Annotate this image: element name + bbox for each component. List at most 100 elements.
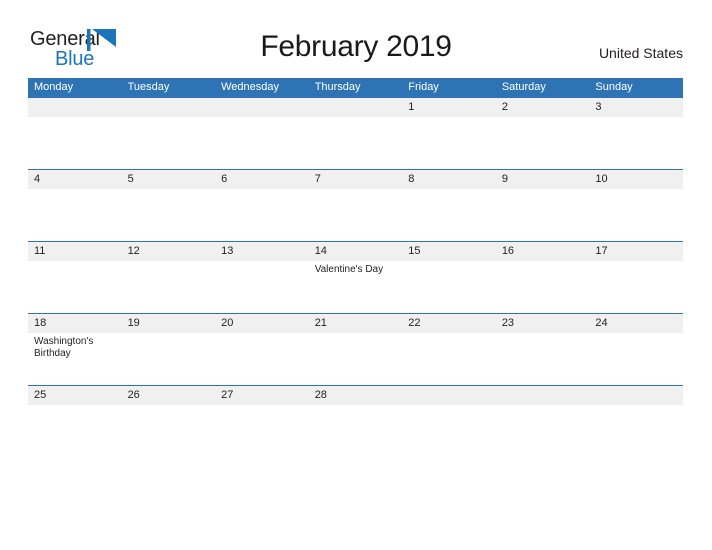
day-event	[589, 405, 683, 408]
day-event	[28, 261, 122, 264]
day-number: 10	[589, 170, 683, 189]
calendar-day-cell[interactable]	[121, 98, 216, 170]
day-number	[495, 386, 590, 405]
calendar-day-cell[interactable]: 27	[215, 385, 309, 457]
calendar-day-cell[interactable]: 25	[28, 385, 122, 457]
day-event	[589, 117, 683, 120]
day-number: 3	[589, 98, 683, 117]
calendar-day-cell[interactable]: 16	[495, 241, 590, 314]
day-number: 23	[495, 314, 590, 333]
weekday-header-saturday: Saturday	[495, 78, 590, 98]
calendar-day-cell[interactable]: 28	[308, 385, 403, 457]
day-number: 7	[308, 170, 403, 189]
calendar-day-cell[interactable]: 18 Washington's Birthday	[28, 313, 122, 386]
calendar-day-cell[interactable]: 6	[215, 169, 309, 242]
calendar-week-row: 11 12 13 14 Valentine's Day 15 16 17	[28, 241, 683, 314]
day-number: 28	[308, 386, 403, 405]
calendar-day-cell[interactable]: 5	[121, 169, 216, 242]
day-number	[402, 386, 496, 405]
day-event	[122, 261, 216, 264]
day-number	[215, 98, 309, 117]
calendar-day-cell[interactable]: 15	[402, 241, 496, 314]
day-number: 8	[402, 170, 496, 189]
calendar-day-cell[interactable]: 7	[308, 169, 403, 242]
calendar-day-cell[interactable]: 23	[495, 313, 590, 386]
calendar-day-cell[interactable]: 2	[495, 98, 590, 170]
calendar-day-cell[interactable]	[402, 385, 496, 457]
day-event	[402, 189, 496, 192]
region-label: United States	[598, 45, 683, 61]
calendar-week-row: 25 26 27 28	[28, 385, 683, 457]
calendar-day-cell[interactable]: 3	[589, 98, 683, 170]
calendar-day-cell[interactable]: 26	[121, 385, 216, 457]
calendar-day-cell[interactable]: 9	[495, 169, 590, 242]
calendar-day-cell[interactable]: 19	[121, 313, 216, 386]
day-number: 15	[402, 242, 496, 261]
calendar-day-cell[interactable]: 20	[215, 313, 309, 386]
calendar-table: Monday Tuesday Wednesday Thursday Friday…	[28, 78, 683, 457]
calendar-day-cell[interactable]: 4	[28, 169, 122, 242]
calendar-body: 1 2 3 4 5 6 7 8 9 10 11 12 13 14 Valentin…	[28, 98, 683, 457]
page-header: General Blue February 2019 United States	[0, 0, 712, 78]
day-number: 9	[495, 170, 590, 189]
day-event	[122, 117, 216, 120]
day-number: 26	[121, 386, 216, 405]
day-number	[589, 386, 683, 405]
calendar-day-cell[interactable]: 21	[308, 313, 403, 386]
calendar-day-cell[interactable]: 8	[402, 169, 496, 242]
day-number: 21	[308, 314, 403, 333]
calendar-day-cell[interactable]: 17	[589, 241, 683, 314]
calendar-day-cell[interactable]: 24	[589, 313, 683, 386]
day-event: Valentine's Day	[314, 264, 384, 275]
calendar-day-cell[interactable]: 22	[402, 313, 496, 386]
day-number: 1	[402, 98, 496, 117]
day-event	[309, 333, 403, 336]
day-number: 11	[28, 242, 122, 261]
weekday-header-monday: Monday	[28, 78, 122, 98]
day-event	[402, 405, 496, 408]
day-number: 17	[589, 242, 683, 261]
calendar-day-cell[interactable]: 14 Valentine's Day	[308, 241, 403, 314]
day-event	[28, 189, 122, 192]
day-number: 20	[215, 314, 309, 333]
calendar-day-cell[interactable]	[308, 98, 403, 170]
day-number: 22	[402, 314, 496, 333]
day-event	[122, 405, 216, 408]
calendar-day-cell[interactable]	[215, 98, 309, 170]
day-number: 18	[28, 314, 122, 333]
day-event	[215, 261, 309, 264]
calendar-day-cell[interactable]: 10	[589, 169, 683, 242]
day-number	[308, 98, 403, 117]
weekday-header-tuesday: Tuesday	[121, 78, 216, 98]
day-number: 13	[215, 242, 309, 261]
day-event	[215, 189, 309, 192]
calendar-day-cell[interactable]: 1	[402, 98, 496, 170]
day-event	[28, 117, 122, 120]
day-event	[589, 333, 683, 336]
calendar-week-row: 1 2 3	[28, 98, 683, 170]
calendar-day-cell[interactable]	[28, 98, 122, 170]
calendar-week-row: 4 5 6 7 8 9 10	[28, 169, 683, 242]
day-event	[496, 333, 590, 336]
day-number	[28, 98, 122, 117]
calendar-day-cell[interactable]: 11	[28, 241, 122, 314]
calendar-week-row: 18 Washington's Birthday 19 20 21 22 23 2…	[28, 313, 683, 386]
day-number: 12	[121, 242, 216, 261]
day-event	[215, 405, 309, 408]
day-event	[589, 189, 683, 192]
day-event	[309, 189, 403, 192]
calendar-day-cell[interactable]	[495, 385, 590, 457]
day-event	[309, 405, 403, 408]
day-number: 6	[215, 170, 309, 189]
day-event	[28, 405, 122, 408]
calendar-day-cell[interactable]	[589, 385, 683, 457]
day-number: 5	[121, 170, 216, 189]
calendar-day-cell[interactable]: 13	[215, 241, 309, 314]
day-number: 27	[215, 386, 309, 405]
day-number: 16	[495, 242, 590, 261]
weekday-header-thursday: Thursday	[308, 78, 403, 98]
day-event	[122, 333, 216, 336]
calendar-day-cell[interactable]: 12	[121, 241, 216, 314]
day-event	[496, 189, 590, 192]
day-number: 2	[495, 98, 590, 117]
